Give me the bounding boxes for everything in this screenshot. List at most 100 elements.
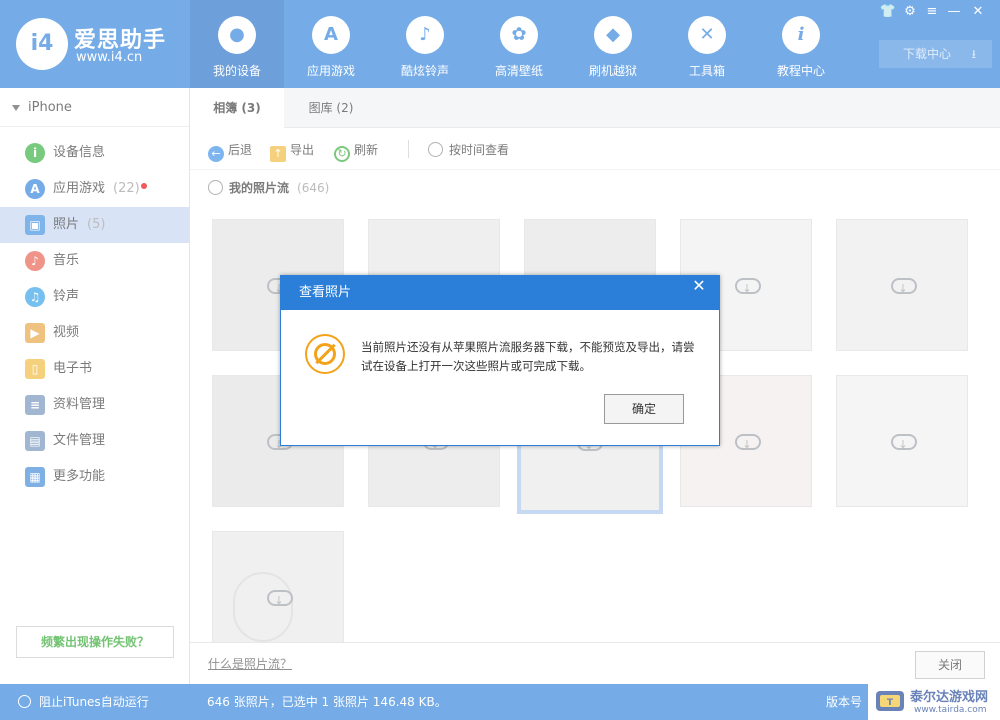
svg-text:T: T <box>887 698 894 708</box>
nav-my-device[interactable]: ● 我的设备 <box>190 0 284 88</box>
sidebar-item-label: 视频 <box>53 325 80 340</box>
nav-label: 教程中心 <box>776 64 825 78</box>
nav-label: 应用游戏 <box>306 64 355 78</box>
dialog-message: 当前照片还没有从苹果照片流服务器下载，不能预览及导出，请尝试在设备上打开一次这些… <box>361 340 695 373</box>
status-bar: 阻止iTunes自动运行 646 张照片，已选中 1 张照片 146.48 KB… <box>0 684 1000 720</box>
apple-icon: ● <box>218 16 256 54</box>
photo-thumbnail[interactable]: ↓ <box>212 531 344 642</box>
refresh-button[interactable]: ↻ 刷新 <box>334 140 378 162</box>
file-icon: ▤ <box>25 431 45 451</box>
bottom-bar: 什么是照片流？ 关闭 <box>190 642 1000 684</box>
logo-url: www.i4.cn <box>76 50 143 65</box>
toggle-circle-icon <box>18 695 31 708</box>
sidebar-item-apps[interactable]: A 应用游戏 (22) <box>0 171 189 207</box>
radio-icon <box>428 142 443 157</box>
tab-bar: 相簿 (3) 图库 (2) <box>190 88 1000 129</box>
export-icon: ↑ <box>270 146 286 162</box>
nav-label: 工具箱 <box>688 64 725 78</box>
tab-albums[interactable]: 相簿 (3) <box>190 88 284 129</box>
sidebar-item-data-management[interactable]: ≡ 资料管理 <box>0 387 189 423</box>
sidebar-item-label: 音乐 <box>53 253 80 268</box>
nav-wallpapers[interactable]: ✿ 高清壁纸 <box>472 0 566 88</box>
sidebar-item-label: 资料管理 <box>53 397 106 412</box>
count-badge: (22) <box>113 181 140 196</box>
logo-mark: i4 <box>16 18 68 70</box>
info-icon: i <box>25 143 45 163</box>
app-window: i4 爱思助手 www.i4.cn ● 我的设备 A 应用游戏 ♪ 酷炫铃声 ✿… <box>0 0 1000 720</box>
skin-icon[interactable]: 👕 <box>878 3 898 21</box>
caret-down-icon <box>12 104 20 111</box>
nav-toolbox[interactable]: ✕ 工具箱 <box>660 0 754 88</box>
sidebar-item-ebooks[interactable]: ▯ 电子书 <box>0 351 189 387</box>
watermark-url: www.tairda.com <box>914 705 987 715</box>
sidebar-item-label: 照片 (5) <box>53 217 106 232</box>
sidebar-item-music[interactable]: ♪ 音乐 <box>0 243 189 279</box>
photo-thumbnail[interactable]: ↓ <box>836 375 968 507</box>
view-photo-dialog: 查看照片 ✕ 当前照片还没有从苹果照片流服务器下载，不能预览及导出，请尝试在设备… <box>280 275 720 446</box>
dialog-header: 查看照片 ✕ <box>281 276 719 310</box>
sidebar-item-label: 铃声 <box>53 289 80 304</box>
nav-ringtones[interactable]: ♪ 酷炫铃声 <box>378 0 472 88</box>
sheep-placeholder-icon <box>233 572 293 642</box>
tab-library[interactable]: 图库 (2) <box>284 88 378 128</box>
block-itunes-toggle[interactable]: 阻止iTunes自动运行 <box>18 694 149 710</box>
view-by-time-radio[interactable]: 按时间查看 <box>428 140 509 160</box>
what-is-photo-stream-link[interactable]: 什么是照片流？ <box>208 655 292 672</box>
photo-stream-name: 我的照片流 <box>229 181 290 195</box>
sidebar-item-more[interactable]: ▦ 更多功能 <box>0 459 189 495</box>
download-center-button[interactable]: 下载中心 ⭳ <box>879 40 992 68</box>
nav-apps-games[interactable]: A 应用游戏 <box>284 0 378 88</box>
download-center-label: 下载中心 <box>903 47 952 61</box>
down-arrow-icon: ↓ <box>742 282 752 295</box>
nav-tutorials[interactable]: i 教程中心 <box>754 0 848 88</box>
toolbar: ← 后退 ↑ 导出 ↻ 刷新 按时间查看 <box>190 128 1000 170</box>
watermark-title: 泰尔达游戏网 <box>910 690 989 705</box>
photo-thumbnail[interactable]: ↓ <box>836 219 968 351</box>
export-button[interactable]: ↑ 导出 <box>270 140 314 162</box>
minimize-icon[interactable]: — <box>944 3 964 21</box>
sidebar-item-device-info[interactable]: i 设备信息 <box>0 135 189 171</box>
download-icon: ⭳ <box>971 47 976 61</box>
version-label: 版本号 <box>826 695 863 709</box>
dialog-close-icon[interactable]: ✕ <box>685 276 713 296</box>
ok-button[interactable]: 确定 <box>604 394 684 424</box>
close-button[interactable]: 关闭 <box>915 651 985 679</box>
music-icon: ♪ <box>25 251 45 271</box>
close-icon[interactable]: ✕ <box>968 3 988 21</box>
sidebar-item-label: 文件管理 <box>53 433 106 448</box>
gear-icon[interactable]: ⚙ <box>900 3 920 21</box>
back-button[interactable]: ← 后退 <box>208 140 252 162</box>
bell-icon: ♪ <box>406 16 444 54</box>
film-icon: ▶ <box>25 323 45 343</box>
radio-icon <box>208 180 223 195</box>
status-summary: 646 张照片，已选中 1 张照片 146.48 KB。 <box>207 695 447 709</box>
info-icon: i <box>782 16 820 54</box>
device-selector[interactable]: iPhone <box>12 98 72 118</box>
photo-icon: ▣ <box>25 215 45 235</box>
nav-label: 高清壁纸 <box>494 64 543 78</box>
tools-icon: ✕ <box>688 16 726 54</box>
down-arrow-icon: ↓ <box>274 594 284 607</box>
frequent-failure-help-button[interactable]: 频繁出现操作失败？ <box>16 626 174 658</box>
top-header: i4 爱思助手 www.i4.cn ● 我的设备 A 应用游戏 ♪ 酷炫铃声 ✿… <box>0 0 1000 88</box>
sidebar-item-ringtones[interactable]: ♫ 铃声 <box>0 279 189 315</box>
sidebar-item-label: 设备信息 <box>53 145 106 160</box>
watermark-logo-icon: T <box>876 691 904 711</box>
sidebar-item-label: 更多功能 <box>53 469 106 484</box>
sidebar-item-file-management[interactable]: ▤ 文件管理 <box>0 423 189 459</box>
nav-label: 酷炫铃声 <box>400 64 449 78</box>
app-store-icon: A <box>25 179 45 199</box>
bell-icon: ♫ <box>25 287 45 307</box>
menu-icon[interactable]: ≡ <box>922 3 942 21</box>
nav-flash-jailbreak[interactable]: ◆ 刷机越狱 <box>566 0 660 88</box>
count-badge: (5) <box>87 217 106 232</box>
photo-stream-count: (646) <box>297 181 330 195</box>
nav-label: 刷机越狱 <box>588 64 637 78</box>
sidebar-item-video[interactable]: ▶ 视频 <box>0 315 189 351</box>
dropbox-icon: ◆ <box>594 16 632 54</box>
app-store-icon: A <box>312 16 350 54</box>
down-arrow-icon: ↓ <box>898 282 908 295</box>
photo-stream-selector[interactable]: 我的照片流 (646) <box>208 178 329 198</box>
sidebar-item-photos[interactable]: ▣ 照片 (5) <box>0 207 189 243</box>
nav-label: 我的设备 <box>212 64 261 78</box>
